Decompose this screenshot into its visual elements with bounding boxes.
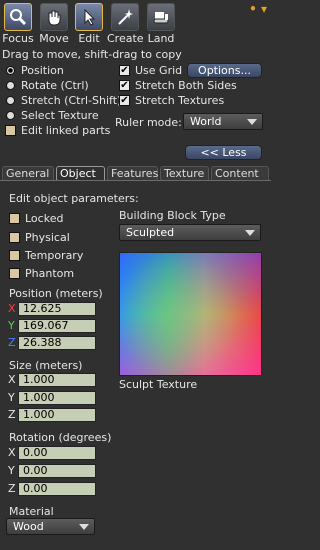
mode-select-texture[interactable]: Select Texture: [6, 109, 99, 122]
axis-x-label: X: [8, 446, 16, 459]
ruler-mode-label: Ruler mode:: [115, 116, 182, 129]
position-y-field[interactable]: 169.067: [18, 319, 96, 333]
checkbox-icon: [9, 268, 20, 279]
tool-label: Focus: [2, 32, 34, 45]
axis-x-label: X: [8, 373, 16, 386]
object-heading: Edit object parameters:: [9, 192, 139, 205]
tab-object[interactable]: Object: [56, 166, 105, 180]
tab-bar: General Object Features Texture Content: [2, 166, 269, 180]
radio-icon: [6, 66, 15, 75]
tool-edit[interactable]: Edit: [71, 3, 107, 45]
position-x-field[interactable]: 12.625: [18, 302, 96, 316]
axis-y-label: Y: [8, 319, 15, 332]
chevron-down-icon: [79, 524, 89, 530]
material-label: Material: [9, 505, 54, 518]
ruler-mode-dropdown[interactable]: World: [183, 113, 263, 130]
radio-icon: [6, 96, 15, 105]
hint-text: Drag to move, shift-drag to copy: [2, 48, 182, 61]
bulldozer-icon: [147, 3, 175, 31]
checkbox-icon: [9, 213, 20, 224]
position-z-field[interactable]: 26.388: [18, 336, 96, 350]
size-y-field[interactable]: 1.000: [18, 391, 96, 405]
axis-z-label: Z: [8, 482, 16, 495]
tool-label: Edit: [78, 32, 100, 45]
checkbox-label: Edit linked parts: [21, 124, 111, 137]
tab-content[interactable]: Content: [211, 166, 269, 180]
hand-icon: [40, 3, 68, 31]
building-block-type-dropdown[interactable]: Sculpted: [119, 224, 261, 241]
chevron-down-icon: [247, 119, 257, 125]
checkbox-icon: [9, 250, 20, 261]
rotation-y-field[interactable]: 0.00: [18, 464, 96, 478]
mode-rotate[interactable]: Rotate (Ctrl): [6, 79, 89, 92]
size-label: Size (meters): [9, 359, 83, 372]
dropdown-value: Sculpted: [126, 226, 175, 239]
magnifier-icon: [4, 3, 32, 31]
checkbox-label: Stretch Textures: [135, 94, 225, 107]
radio-icon: [6, 111, 15, 120]
pointer-icon: [75, 3, 103, 31]
chevron-down-icon: [245, 230, 255, 236]
mode-label: Select Texture: [21, 109, 99, 122]
axis-z-label: Z: [8, 408, 16, 421]
tab-features[interactable]: Features: [107, 166, 158, 180]
checkbox-icon: [9, 232, 20, 243]
checkbox-label: Use Grid: [135, 64, 183, 77]
position-label: Position (meters): [9, 287, 103, 300]
tool-move[interactable]: Move: [36, 3, 72, 45]
checkbox-icon: [5, 125, 16, 136]
less-button[interactable]: << Less: [185, 145, 262, 160]
checkbox-label: Stretch Both Sides: [135, 79, 237, 92]
axis-y-label: Y: [8, 391, 15, 404]
physical-checkbox[interactable]: Physical: [9, 231, 70, 244]
tool-land[interactable]: Land: [143, 3, 179, 45]
radio-icon: [6, 81, 15, 90]
mode-position[interactable]: Position: [6, 64, 64, 77]
use-grid-checkbox[interactable]: ✔ Use Grid: [119, 64, 182, 77]
checkbox-label: Locked: [25, 212, 64, 225]
stretch-textures-checkbox[interactable]: ✔ Stretch Textures: [119, 94, 224, 107]
mode-stretch[interactable]: Stretch (Ctrl-Shift): [6, 94, 121, 107]
options-button[interactable]: Options...: [187, 63, 262, 78]
stretch-both-sides-checkbox[interactable]: ✔ Stretch Both Sides: [119, 79, 237, 92]
tab-texture[interactable]: Texture: [160, 166, 209, 180]
phantom-checkbox[interactable]: Phantom: [9, 267, 74, 280]
edit-linked-parts-checkbox[interactable]: Edit linked parts: [5, 124, 110, 137]
rotation-z-field[interactable]: 0.00: [18, 482, 96, 496]
size-z-field[interactable]: 1.000: [18, 408, 96, 422]
panel-menu-icon[interactable]: • ▾: [249, 2, 267, 16]
locked-checkbox[interactable]: Locked: [9, 212, 63, 225]
checkmark-icon: ✔: [119, 94, 130, 106]
wand-icon: [111, 3, 139, 31]
tool-focus[interactable]: Focus: [0, 3, 36, 45]
temporary-checkbox[interactable]: Temporary: [9, 249, 83, 262]
checkmark-icon: ✔: [119, 64, 130, 76]
checkbox-label: Temporary: [25, 249, 84, 262]
dropdown-value: World: [190, 115, 222, 128]
tool-create[interactable]: Create: [107, 3, 144, 45]
axis-z-label: Z: [8, 336, 16, 349]
rotation-label: Rotation (degrees): [9, 431, 112, 444]
tab-divider: [0, 180, 271, 181]
checkbox-label: Phantom: [25, 267, 75, 280]
sculpt-texture-preview[interactable]: [119, 252, 262, 376]
axis-x-label: X: [8, 302, 16, 315]
dropdown-value: Wood: [13, 520, 44, 533]
tool-label: Land: [147, 32, 175, 45]
checkmark-icon: ✔: [119, 79, 130, 91]
mode-label: Rotate (Ctrl): [21, 79, 89, 92]
tool-label: Move: [39, 32, 69, 45]
rotation-x-field[interactable]: 0.00: [18, 446, 96, 460]
mode-label: Position: [21, 64, 64, 77]
size-x-field[interactable]: 1.000: [18, 373, 96, 387]
sculpt-texture-label: Sculpt Texture: [119, 378, 198, 391]
tool-label: Create: [107, 32, 144, 45]
tab-general[interactable]: General: [2, 166, 54, 180]
mode-label: Stretch (Ctrl-Shift): [21, 94, 122, 107]
material-dropdown[interactable]: Wood: [6, 518, 95, 535]
building-block-type-label: Building Block Type: [119, 209, 226, 222]
axis-y-label: Y: [8, 464, 15, 477]
checkbox-label: Physical: [25, 231, 70, 244]
